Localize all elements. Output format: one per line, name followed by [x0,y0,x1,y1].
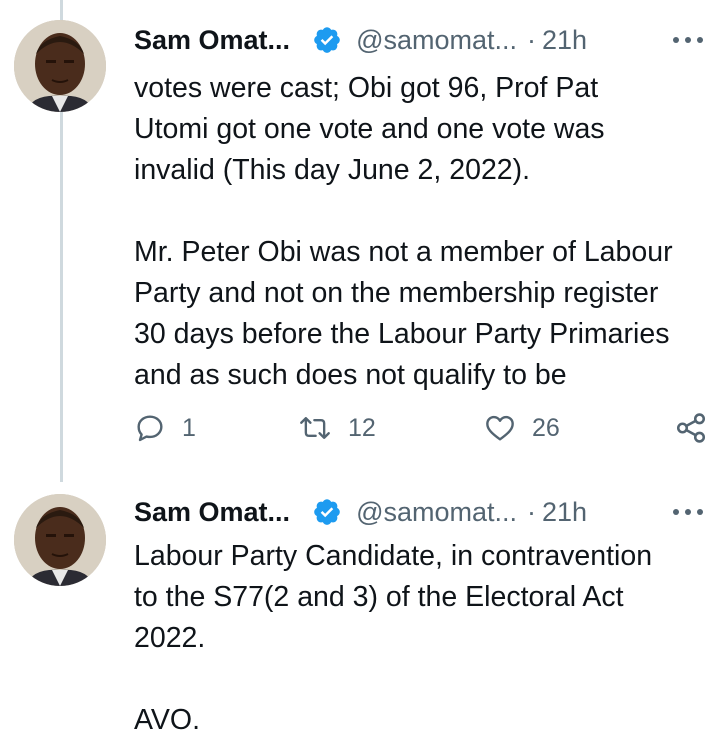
tweet-text-line: 2022. [134,622,206,654]
verified-badge-icon [314,499,340,525]
retweet-button[interactable]: 12 [298,406,376,450]
avatar[interactable] [14,20,106,112]
tweet[interactable]: Sam Omat... @samomat... · 21h Labour Par… [0,482,720,748]
share-button[interactable] [674,406,708,450]
avatar-photo [14,20,106,112]
tweet-text-line: votes were cast; Obi got 96, Prof Pat [134,72,599,104]
verified-badge-icon [314,27,340,53]
reply-bubble-icon [137,415,163,442]
tweet-actions: 1 12 26 [134,406,708,450]
separator-dot: · [527,24,537,55]
retweet-icon [300,417,330,439]
tweet-text: votes were cast; Obi got 96, Prof Pat Ut… [134,68,714,396]
tweet-text-blank-line [134,191,714,232]
separator-dot: · [527,496,537,527]
more-horizontal-icon[interactable] [668,20,708,60]
author-name[interactable]: Sam Omat... [134,497,290,528]
tweet-text-blank-line [134,659,714,700]
more-horizontal-icon[interactable] [668,492,708,532]
author-handle[interactable]: @samomat... [356,497,517,528]
avatar-photo [14,494,106,586]
tweet-text-line: Utomi got one vote and one vote was [134,113,605,145]
heart-icon [486,415,514,441]
tweet[interactable]: Sam Omat... @samomat... · 21h votes were… [0,0,720,482]
avatar[interactable] [14,494,106,586]
share-icon [676,413,706,443]
tweet-text-line: and as such does not qualify to be [134,359,567,391]
tweet-text-line: invalid (This day June 2, 2022). [134,154,531,186]
author-name[interactable]: Sam Omat... [134,25,290,56]
timestamp[interactable]: 21h [542,25,587,56]
tweet-text-line: 30 days before the Labour Party Primarie… [134,318,670,350]
tweet-text-line: AVO. [134,704,200,736]
tweet-text-line: Labour Party Candidate, in contravention [134,540,653,572]
author-handle[interactable]: @samomat... [356,25,517,56]
tweet-text: Labour Party Candidate, in contravention… [134,536,714,741]
like-count: 26 [532,413,560,442]
reply-button[interactable]: 1 [134,406,196,450]
tweet-text-line: Mr. Peter Obi was not a member of Labour [134,236,673,268]
tweet-text-line: to the S77(2 and 3) of the Electoral Act [134,581,624,613]
timestamp[interactable]: 21h [542,497,587,528]
retweet-count: 12 [348,413,376,442]
tweet-header: Sam Omat... @samomat... · 21h [134,20,587,60]
tweet-header: Sam Omat... @samomat... · 21h [134,492,587,532]
reply-count: 1 [182,413,196,442]
tweet-text-line: Party and not on the membership register [134,277,659,309]
like-button[interactable]: 26 [484,406,560,450]
